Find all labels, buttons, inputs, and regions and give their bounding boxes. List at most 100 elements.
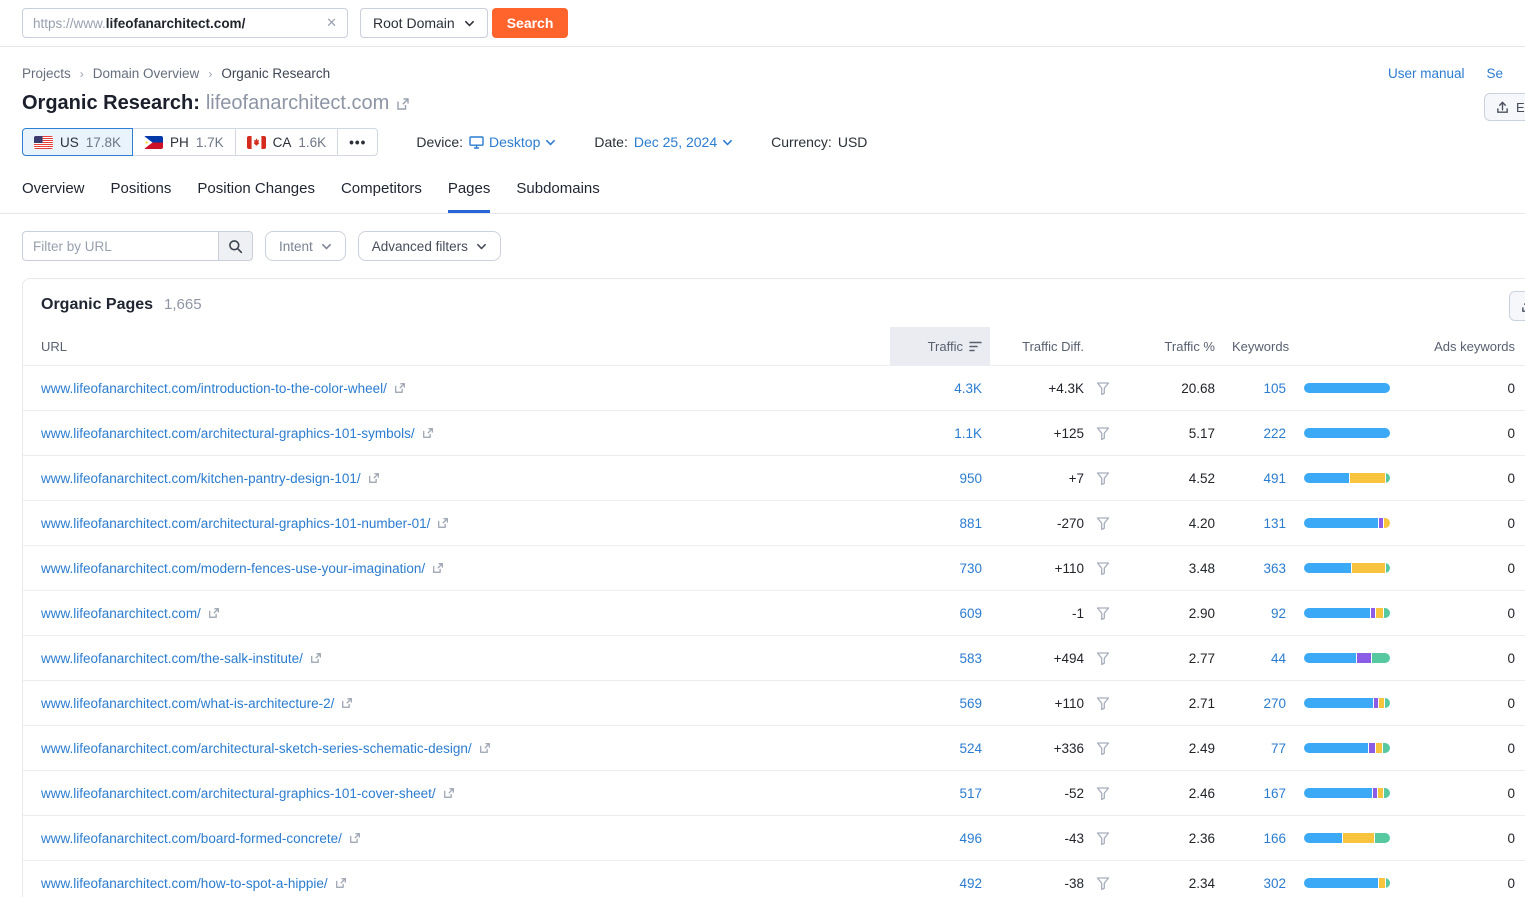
- export-table-button[interactable]: [1509, 291, 1525, 321]
- traffic-value-link[interactable]: 1.1K: [954, 426, 982, 441]
- intent-filter-dropdown[interactable]: Intent: [265, 231, 346, 261]
- clear-search-icon[interactable]: ✕: [326, 15, 337, 31]
- page-url-link[interactable]: www.lifeofanarchitect.com/: [41, 606, 201, 621]
- tab-overview[interactable]: Overview: [22, 180, 85, 213]
- keywords-count-link[interactable]: 77: [1271, 741, 1286, 756]
- more-countries-button[interactable]: •••: [337, 128, 378, 156]
- external-link-icon[interactable]: [368, 472, 380, 484]
- url-filter-search-button[interactable]: [218, 231, 253, 261]
- tab-competitors[interactable]: Competitors: [341, 180, 422, 213]
- domain-search-input[interactable]: https://www.lifeofanarchitect.com/ ✕: [22, 8, 348, 38]
- user-manual-link[interactable]: User manual: [1388, 66, 1465, 81]
- date-label: Date:: [594, 134, 627, 150]
- keywords-count-link[interactable]: 491: [1263, 471, 1286, 486]
- traffic-value-link[interactable]: 492: [959, 876, 982, 891]
- keywords-count-link[interactable]: 131: [1263, 516, 1286, 531]
- traffic-value-link[interactable]: 583: [959, 651, 982, 666]
- page-url-link[interactable]: www.lifeofanarchitect.com/kitchen-pantry…: [41, 471, 361, 486]
- export-button[interactable]: Ex: [1484, 93, 1525, 121]
- country-code: US: [60, 135, 79, 150]
- tab-positions[interactable]: Positions: [111, 180, 172, 213]
- filter-funnel-icon[interactable]: [1084, 697, 1122, 710]
- traffic-value-link[interactable]: 950: [959, 471, 982, 486]
- column-header-ads-keywords[interactable]: Ads keywords: [1408, 327, 1525, 365]
- breadcrumb-domain-overview[interactable]: Domain Overview: [93, 66, 200, 81]
- filter-funnel-icon[interactable]: [1084, 742, 1122, 755]
- page-url-link[interactable]: www.lifeofanarchitect.com/modern-fences-…: [41, 561, 425, 576]
- column-header-traffic-pct[interactable]: Traffic %: [1122, 327, 1222, 365]
- keywords-count-link[interactable]: 363: [1263, 561, 1286, 576]
- filter-funnel-icon[interactable]: [1084, 787, 1122, 800]
- filter-funnel-icon[interactable]: [1084, 562, 1122, 575]
- tab-subdomains[interactable]: Subdomains: [516, 180, 599, 213]
- column-header-traffic-diff[interactable]: Traffic Diff.: [990, 327, 1084, 365]
- country-tab-ca[interactable]: CA 1.6K: [235, 128, 339, 156]
- filter-funnel-icon[interactable]: [1084, 607, 1122, 620]
- external-link-icon[interactable]: [394, 382, 406, 394]
- traffic-value-link[interactable]: 517: [959, 786, 982, 801]
- filter-funnel-icon[interactable]: [1084, 832, 1122, 845]
- page-url-link[interactable]: www.lifeofanarchitect.com/how-to-spot-a-…: [41, 876, 328, 891]
- page-url-link[interactable]: www.lifeofanarchitect.com/architectural-…: [41, 786, 436, 801]
- external-link-icon[interactable]: [437, 517, 449, 529]
- feedback-link-truncated[interactable]: Se: [1486, 66, 1503, 81]
- external-link-icon[interactable]: [349, 832, 361, 844]
- page-url-link[interactable]: www.lifeofanarchitect.com/board-formed-c…: [41, 831, 342, 846]
- page-title-domain: lifeofanarchitect.com: [206, 92, 389, 114]
- external-link-icon[interactable]: [443, 787, 455, 799]
- external-link-icon[interactable]: [396, 97, 410, 111]
- external-link-icon[interactable]: [341, 697, 353, 709]
- traffic-value-link[interactable]: 524: [959, 741, 982, 756]
- page-url-link[interactable]: www.lifeofanarchitect.com/architectural-…: [41, 426, 415, 441]
- keywords-count-link[interactable]: 44: [1271, 651, 1286, 666]
- filter-funnel-icon[interactable]: [1084, 652, 1122, 665]
- keywords-count-link[interactable]: 167: [1263, 786, 1286, 801]
- traffic-value-link[interactable]: 730: [959, 561, 982, 576]
- filter-funnel-icon[interactable]: [1084, 472, 1122, 485]
- keywords-count-link[interactable]: 166: [1263, 831, 1286, 846]
- date-dropdown[interactable]: Dec 25, 2024: [634, 134, 733, 150]
- country-tab-ph[interactable]: PH 1.7K: [132, 128, 236, 156]
- filter-funnel-icon[interactable]: [1084, 427, 1122, 440]
- page-url-link[interactable]: www.lifeofanarchitect.com/architectural-…: [41, 516, 430, 531]
- external-link-icon[interactable]: [208, 607, 220, 619]
- external-link-icon[interactable]: [479, 742, 491, 754]
- filter-funnel-icon[interactable]: [1084, 877, 1122, 890]
- page-url-link[interactable]: www.lifeofanarchitect.com/introduction-t…: [41, 381, 387, 396]
- traffic-value-link[interactable]: 609: [959, 606, 982, 621]
- external-link-icon[interactable]: [310, 652, 322, 664]
- tab-position-changes[interactable]: Position Changes: [197, 180, 315, 213]
- country-tab-us[interactable]: US 17.8K: [22, 128, 133, 156]
- keywords-count-link[interactable]: 105: [1263, 381, 1286, 396]
- tab-pages[interactable]: Pages: [448, 180, 491, 213]
- keywords-count-link[interactable]: 92: [1271, 606, 1286, 621]
- traffic-value-link[interactable]: 496: [959, 831, 982, 846]
- page-url-link[interactable]: www.lifeofanarchitect.com/what-is-archit…: [41, 696, 334, 711]
- device-filter: Device: Desktop: [416, 134, 556, 150]
- advanced-filters-dropdown[interactable]: Advanced filters: [358, 231, 501, 261]
- filter-funnel-icon[interactable]: [1084, 517, 1122, 530]
- currency-label: Currency:: [771, 134, 832, 150]
- filter-funnel-icon[interactable]: [1084, 382, 1122, 395]
- external-link-icon[interactable]: [422, 427, 434, 439]
- traffic-value-link[interactable]: 881: [959, 516, 982, 531]
- device-dropdown[interactable]: Desktop: [469, 134, 556, 150]
- column-header-keywords[interactable]: Keywords: [1222, 327, 1408, 365]
- external-link-icon[interactable]: [432, 562, 444, 574]
- scope-dropdown[interactable]: Root Domain: [360, 8, 488, 38]
- traffic-value-link[interactable]: 4.3K: [954, 381, 982, 396]
- traffic-value-link[interactable]: 569: [959, 696, 982, 711]
- keywords-count-link[interactable]: 302: [1263, 876, 1286, 891]
- keywords-intent-bar: [1304, 788, 1390, 798]
- page-url-link[interactable]: www.lifeofanarchitect.com/architectural-…: [41, 741, 472, 756]
- device-value: Desktop: [489, 134, 540, 150]
- keywords-count-link[interactable]: 270: [1263, 696, 1286, 711]
- column-header-traffic[interactable]: Traffic: [890, 327, 990, 365]
- url-filter-input[interactable]: [22, 231, 218, 261]
- breadcrumb-projects[interactable]: Projects: [22, 66, 71, 81]
- keywords-count-link[interactable]: 222: [1263, 426, 1286, 441]
- chevron-down-icon: [722, 137, 733, 148]
- search-button[interactable]: Search: [492, 8, 569, 38]
- external-link-icon[interactable]: [335, 877, 347, 889]
- page-url-link[interactable]: www.lifeofanarchitect.com/the-salk-insti…: [41, 651, 303, 666]
